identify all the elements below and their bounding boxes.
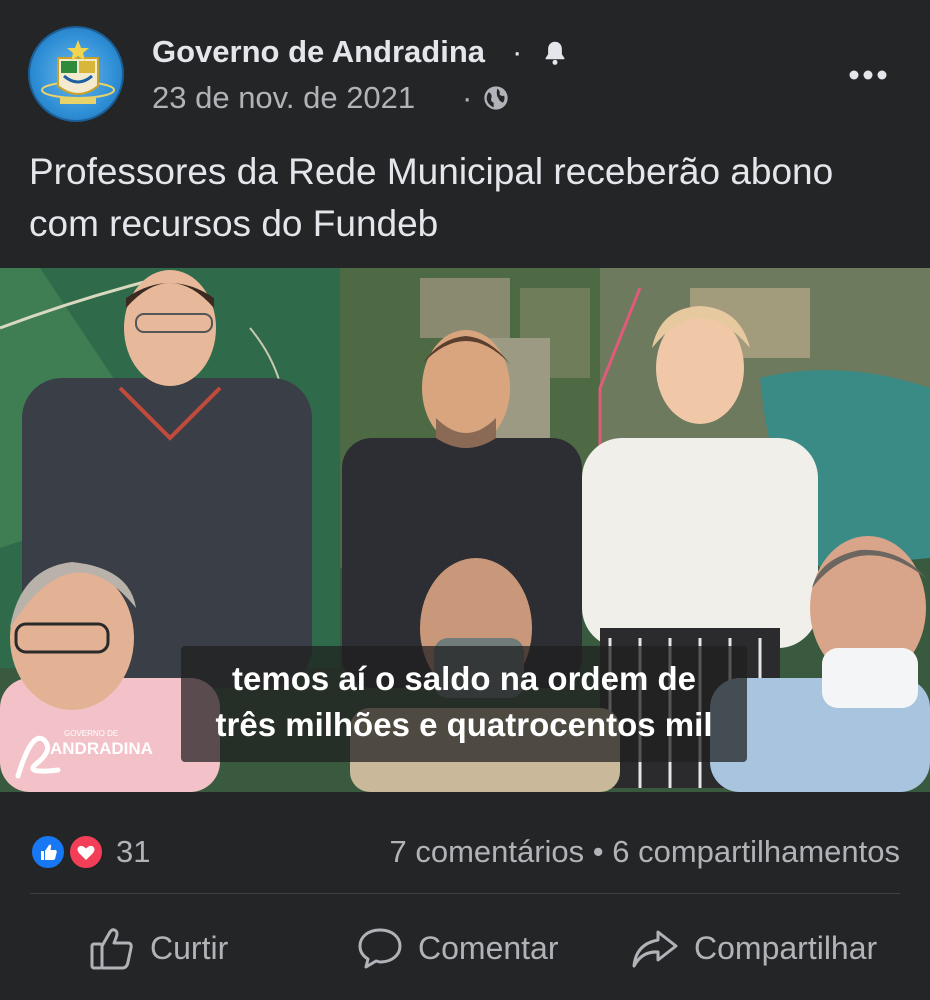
engagement-summary[interactable]: 7 comentários • 6 compartilhamentos	[389, 834, 900, 870]
post-text: Professores da Rede Municipal receberão …	[29, 151, 834, 244]
more-options-icon[interactable]	[844, 60, 892, 90]
share-icon	[632, 930, 678, 968]
comment-label: Comentar	[418, 929, 559, 966]
share-button[interactable]: Compartilhar	[630, 918, 877, 978]
video-caption: temos aí o saldo na ordem de três milhõe…	[181, 646, 747, 762]
andradina-logo: ANDRADINA GOVERNO DE	[15, 729, 153, 779]
comment-button[interactable]: Comentar	[356, 918, 559, 978]
page-avatar[interactable]	[28, 26, 124, 122]
post-header: Governo de Andradina · 23 de nov. de 202…	[0, 0, 930, 130]
post-date[interactable]: 23 de nov. de 2021	[152, 80, 415, 116]
page-name[interactable]: Governo de Andradina	[152, 34, 485, 70]
date-separator: ·	[462, 80, 473, 115]
post-card: Governo de Andradina · 23 de nov. de 202…	[0, 0, 930, 1000]
watermark-small-text: GOVERNO DE	[64, 729, 118, 738]
reaction-count[interactable]: 31	[116, 834, 150, 870]
thumbs-up-icon	[90, 928, 133, 970]
like-button[interactable]: Curtir	[88, 918, 228, 978]
coat-of-arms-icon	[41, 40, 115, 104]
like-label: Curtir	[150, 929, 229, 966]
share-label: Compartilhar	[694, 929, 878, 966]
name-separator: ·	[512, 34, 523, 69]
globe-icon	[484, 86, 508, 110]
bell-icon[interactable]	[540, 38, 570, 68]
love-reaction-icon[interactable]	[68, 834, 104, 870]
comment-icon	[358, 928, 402, 969]
caption-line-1: temos aí o saldo na ordem de	[232, 660, 696, 697]
video-player[interactable]: temos aí o saldo na ordem de três milhõe…	[0, 268, 930, 792]
like-reaction-icon[interactable]	[30, 834, 66, 870]
caption-line-2: três milhões e quatrocentos mil	[215, 706, 713, 743]
watermark-text: ANDRADINA	[50, 739, 153, 758]
divider	[30, 893, 900, 894]
